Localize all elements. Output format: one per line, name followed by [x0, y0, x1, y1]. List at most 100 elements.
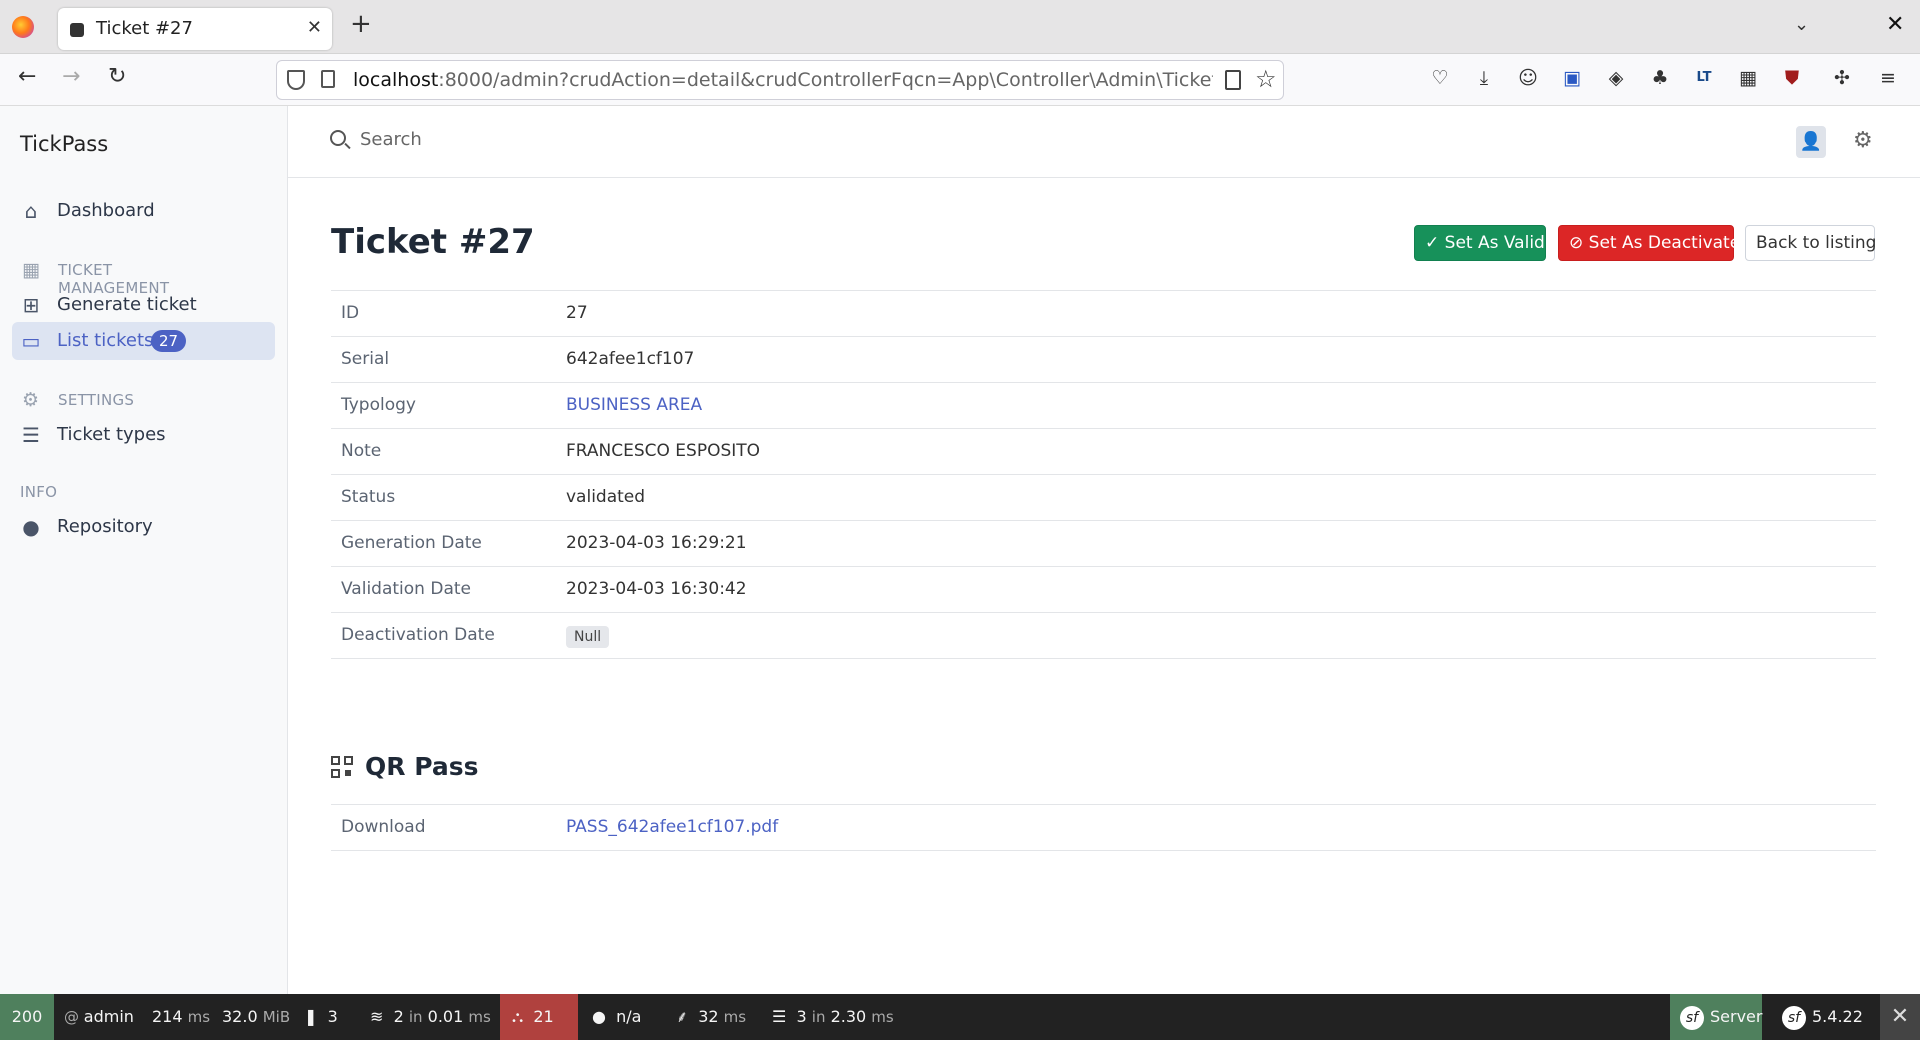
firefox-icon	[12, 16, 34, 38]
extensions-puzzle-icon[interactable]: ✣	[1830, 66, 1854, 90]
toolbar-forms[interactable]: ≋ 2 in 0.01 ms	[370, 994, 491, 1040]
memory-unit: MiB	[262, 1008, 291, 1026]
forward-icon[interactable]: →	[62, 64, 80, 89]
tab-title: Ticket #27	[96, 18, 193, 39]
toolbar-time[interactable]: 214 ms	[152, 994, 210, 1040]
forms-icon: ≋	[370, 1007, 384, 1026]
gear-icon: ⚙	[22, 389, 40, 411]
set-as-valid-label: Set As Valid	[1444, 233, 1545, 253]
field-label: ID	[341, 303, 360, 323]
toolbar-version[interactable]: sf 5.4.22	[1782, 994, 1863, 1040]
list-icon: ☰	[22, 423, 40, 447]
browser-tab[interactable]: Ticket #27 ✕	[58, 8, 332, 50]
sidebar-item-generate-ticket[interactable]: ⊞ Generate ticket	[12, 286, 275, 324]
forms-count: 2	[393, 1007, 404, 1026]
db-time: 2.30	[830, 1007, 867, 1026]
toolbar-security[interactable]: ● n/a	[592, 994, 641, 1040]
github-icon: ●	[22, 515, 40, 539]
toolbar-user[interactable]: @ admin	[64, 994, 134, 1040]
sidebar-item-repository[interactable]: ● Repository	[12, 508, 275, 546]
sidebar: TickPass ⌂ Dashboard ▦ TICKET MANAGEMENT…	[0, 106, 288, 994]
search-icon	[330, 130, 346, 146]
field-value: 2023-04-03 16:29:21	[566, 533, 747, 553]
extension-ghost-icon[interactable]: ☺	[1516, 66, 1540, 90]
database-icon: ☰	[772, 1007, 787, 1026]
bookmark-star-icon[interactable]: ☆	[1255, 65, 1277, 93]
search-input[interactable]	[360, 124, 860, 154]
symfony-version: 5.4.22	[1812, 1007, 1863, 1026]
brand-logo[interactable]: TickPass	[20, 132, 108, 156]
detail-row-generation-date: Generation Date 2023-04-03 16:29:21	[331, 521, 1876, 567]
back-icon[interactable]: ←	[18, 64, 36, 89]
sidebar-item-label: Ticket types	[57, 424, 166, 445]
server-label: Server	[1710, 1007, 1763, 1026]
check-icon: ✓	[1425, 233, 1440, 253]
person-icon: ●	[592, 1007, 606, 1026]
extension-ublock-icon[interactable]: ⛊	[1780, 66, 1804, 90]
plus-square-icon: ⊞	[22, 293, 40, 317]
time-unit: ms	[187, 1008, 211, 1026]
typology-link[interactable]: BUSINESS AREA	[566, 395, 702, 415]
user-menu-icon[interactable]: 👤	[1796, 126, 1826, 158]
content-header: 👤 ⚙	[288, 106, 1920, 178]
twig-time: 32	[698, 1007, 719, 1026]
new-tab-icon[interactable]: +	[350, 11, 372, 37]
chevron-down-icon[interactable]: ⌄	[1794, 14, 1809, 35]
browser-navbar: ← → ↻ localhost:8000/admin?crudAction=de…	[0, 54, 1920, 106]
window-close-icon[interactable]: ✕	[1886, 12, 1904, 37]
reload-icon[interactable]: ↻	[108, 64, 126, 89]
tracking-shield-icon[interactable]	[287, 70, 305, 90]
security-value: n/a	[616, 1007, 642, 1026]
download-pass-link[interactable]: PASS_642afee1cf107.pdf	[566, 817, 778, 837]
sidebar-item-label: Generate ticket	[57, 294, 197, 315]
detail-row-serial: Serial 642afee1cf107	[331, 337, 1876, 383]
field-value: FRANCESCO ESPOSITO	[566, 441, 761, 461]
page-info-icon[interactable]	[321, 70, 335, 88]
tab-close-icon[interactable]: ✕	[307, 17, 322, 38]
qrcode-icon	[331, 756, 353, 778]
ban-icon: ⊘	[1569, 233, 1584, 253]
twig-icon: ⸙	[676, 1007, 689, 1026]
pocket-icon[interactable]: ♡	[1428, 66, 1452, 90]
sidebar-item-dashboard[interactable]: ⌂ Dashboard	[12, 192, 275, 230]
toolbar-close-icon[interactable]: ✕	[1880, 994, 1920, 1040]
toolbar-memory[interactable]: 32.0 MiB	[222, 994, 290, 1040]
extension-bitwarden-icon[interactable]: ▣	[1560, 66, 1584, 90]
toolbar-translations[interactable]: ⛬ 21	[500, 994, 578, 1040]
back-to-listing-button[interactable]: Back to listing	[1745, 225, 1876, 261]
extension-languagetool-icon[interactable]: LT	[1692, 66, 1716, 90]
url-bar[interactable]: localhost:8000/admin?crudAction=detail&c…	[276, 60, 1284, 100]
reader-view-icon[interactable]	[1225, 70, 1241, 90]
set-as-deactivate-label: Set As Deactivate	[1588, 233, 1741, 253]
db-in-text: in	[811, 1008, 826, 1026]
toolbar-twig[interactable]: ⸙ 32 ms	[676, 994, 746, 1040]
field-label: Deactivation Date	[341, 625, 495, 645]
sidebar-item-list-tickets[interactable]: ▭ List tickets 27	[12, 322, 275, 360]
field-label: Generation Date	[341, 533, 482, 553]
sidebar-item-ticket-types[interactable]: ☰ Ticket types	[12, 416, 275, 454]
extension-graph-icon[interactable]: ♣	[1648, 66, 1672, 90]
detail-row-note: Note FRANCESCO ESPOSITO	[331, 429, 1876, 475]
toolbar-database[interactable]: ☰ 3 in 2.30 ms	[772, 994, 894, 1040]
url-text[interactable]: localhost:8000/admin?crudAction=detail&c…	[353, 69, 1213, 91]
status-code-badge[interactable]: 200	[0, 994, 54, 1040]
symfony-logo-icon: sf	[1680, 1005, 1704, 1030]
downloads-icon[interactable]: ⤓	[1472, 66, 1496, 90]
memory-value: 32.0	[222, 1007, 258, 1026]
qrcode-icon: ▦	[22, 259, 40, 281]
ticket-detail-table: ID 27 Serial 642afee1cf107 Typology BUSI…	[331, 290, 1876, 659]
ticket-count-badge: 27	[151, 330, 187, 352]
toolbar-logs[interactable]: ❚ 3	[304, 994, 338, 1040]
extension-grid-icon[interactable]: ▦	[1736, 66, 1760, 90]
settings-gear-icon[interactable]: ⚙	[1853, 128, 1873, 153]
set-as-valid-button[interactable]: ✓ Set As Valid	[1414, 225, 1546, 261]
toolbar-server[interactable]: sf Server	[1670, 994, 1762, 1040]
detail-row-status: Status validated	[331, 475, 1876, 521]
page-title: Ticket #27	[331, 222, 535, 262]
extension-shape-icon[interactable]: ◈	[1604, 66, 1628, 90]
set-as-deactivate-button[interactable]: ⊘ Set As Deactivate	[1558, 225, 1740, 261]
sidebar-item-label: Repository	[57, 516, 153, 537]
menu-hamburger-icon[interactable]: ≡	[1876, 66, 1900, 90]
logs-count: 3	[327, 1007, 338, 1026]
home-icon: ⌂	[24, 199, 38, 223]
